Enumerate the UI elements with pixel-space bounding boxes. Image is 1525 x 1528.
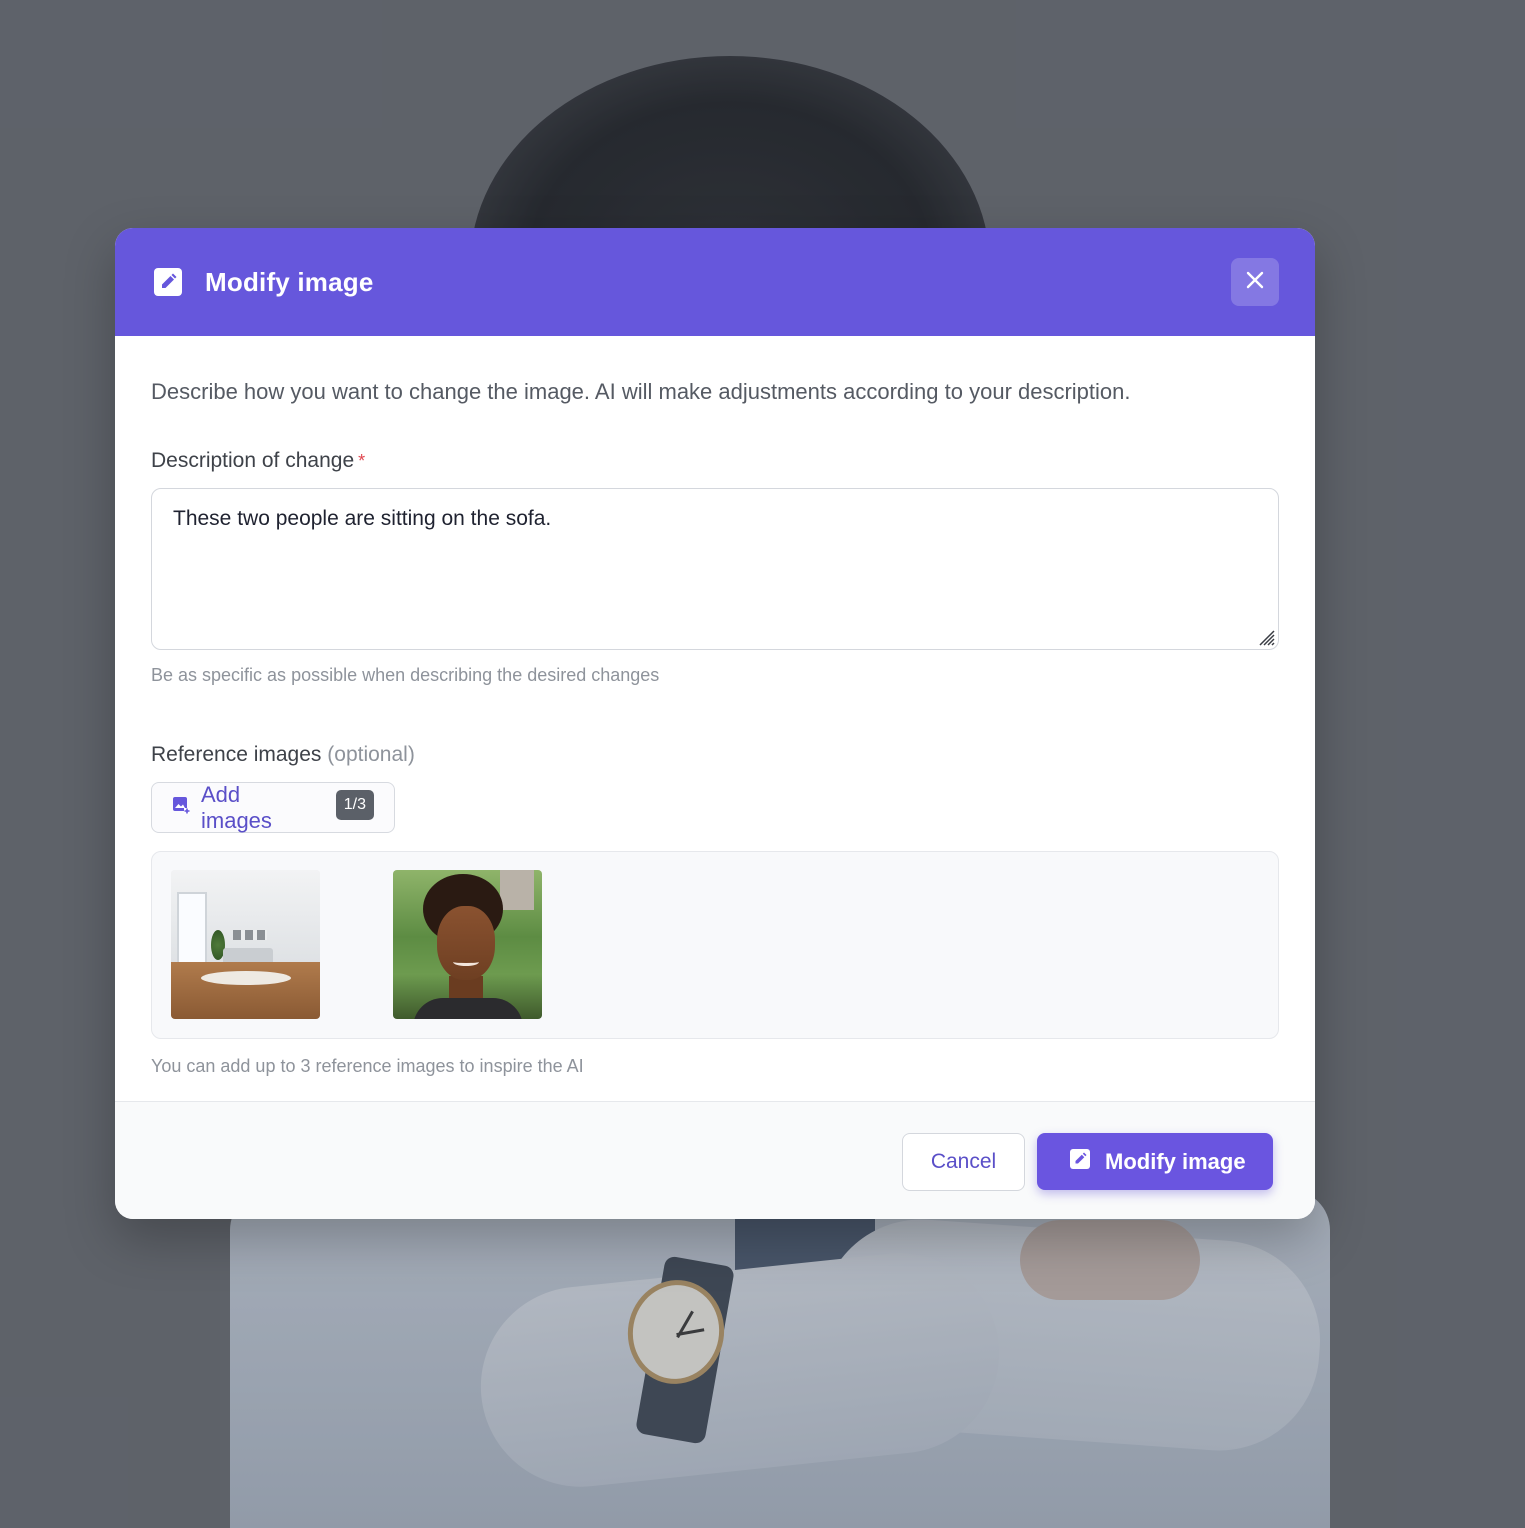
reference-images-label: Reference images (optional): [151, 740, 1279, 770]
reference-image-thumbnail[interactable]: [393, 870, 542, 1019]
reference-images-list: [151, 851, 1279, 1039]
dialog-title: Modify image: [205, 266, 374, 297]
living-room-photo: [171, 870, 320, 1019]
description-hint: Be as specific as possible when describi…: [151, 665, 660, 685]
description-label: Description of change *: [151, 446, 1279, 476]
description-value: These two people are sitting on the sofa…: [173, 507, 552, 530]
modify-image-label: Modify image: [1105, 1148, 1246, 1174]
edit-square-icon: [153, 267, 183, 297]
optional-label: (optional): [327, 743, 415, 766]
dialog-body: Describe how you want to change the imag…: [115, 336, 1315, 1077]
dialog-footer: Cancel Modify image: [115, 1101, 1315, 1219]
reference-images-label-text: Reference images: [151, 743, 322, 766]
add-images-label: Add images: [201, 781, 272, 833]
close-icon: [1246, 271, 1264, 294]
modify-image-dialog: Modify image Describe how you want to ch…: [115, 228, 1315, 1219]
resize-handle-icon[interactable]: [1254, 625, 1276, 647]
dialog-header: Modify image: [115, 228, 1315, 336]
reference-images-hint: You can add up to 3 reference images to …: [151, 1056, 584, 1076]
description-textarea[interactable]: These two people are sitting on the sofa…: [151, 488, 1279, 650]
close-button[interactable]: [1231, 258, 1279, 306]
woman-portrait-photo: [393, 870, 542, 1019]
image-count-badge: 1/3: [335, 789, 374, 820]
description-label-text: Description of change: [151, 449, 355, 472]
required-mark: *: [358, 451, 366, 471]
intro-text: Describe how you want to change the imag…: [151, 379, 1131, 404]
add-images-button[interactable]: Add images 1/3: [151, 782, 395, 833]
cancel-button[interactable]: Cancel: [902, 1133, 1025, 1191]
add-photo-icon: [172, 796, 190, 819]
reference-image-thumbnail[interactable]: [171, 870, 320, 1019]
edit-square-icon: [1069, 1148, 1091, 1176]
modify-image-button[interactable]: Modify image: [1037, 1133, 1273, 1190]
